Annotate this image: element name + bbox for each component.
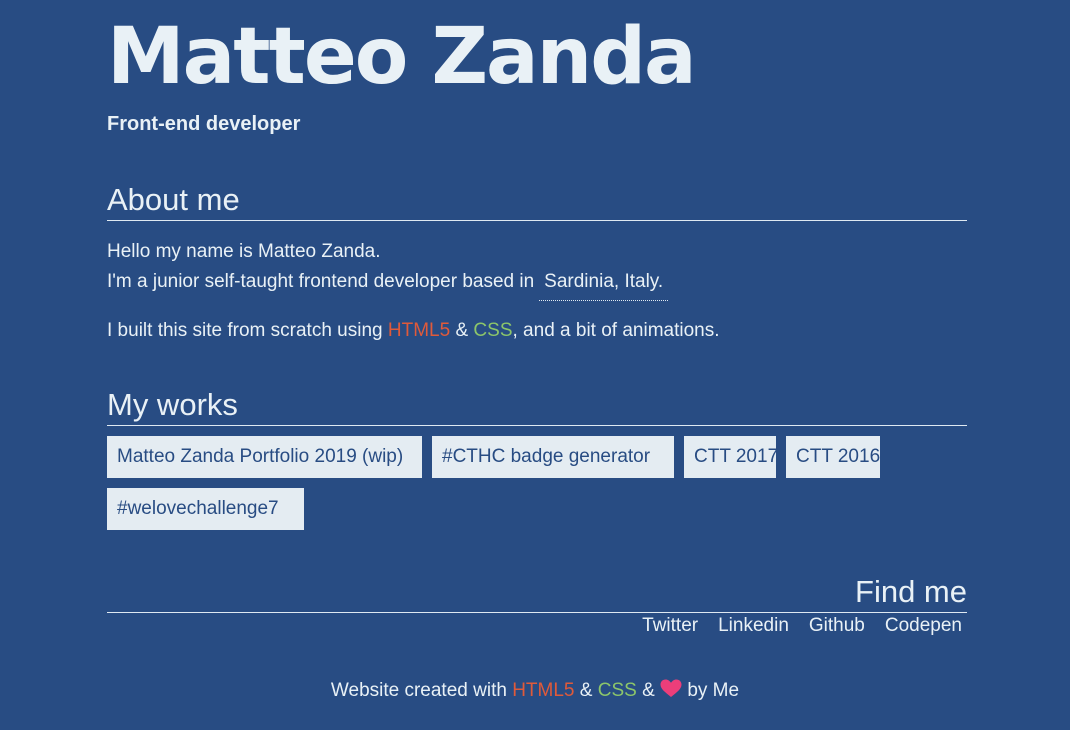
- work-link-ctt-2016[interactable]: CTT 2016: [786, 436, 880, 478]
- page: Matteo Zanda Front-end developer About m…: [0, 0, 1070, 730]
- ampersand: &: [450, 320, 474, 341]
- about-tech-line: I built this site from scratch using HTM…: [107, 319, 720, 343]
- works-heading: My works: [107, 387, 967, 426]
- find-me-heading: Find me: [107, 574, 967, 613]
- social-links: Twitter Linkedin Github Codepen: [622, 614, 962, 638]
- css-label: CSS: [473, 320, 513, 341]
- footer-prefix: Website created with: [330, 680, 513, 701]
- codepen-link[interactable]: Codepen: [885, 614, 962, 638]
- work-link-cthc-badge-generator[interactable]: #CTHC badge generator: [432, 436, 674, 478]
- footer-suffix: by Me: [682, 680, 740, 701]
- twitter-link[interactable]: Twitter: [642, 614, 698, 638]
- footer-amp-2: &: [636, 680, 661, 701]
- about-location-line: I'm a junior self-taught frontend develo…: [107, 270, 669, 301]
- html5-label: HTML5: [387, 320, 451, 341]
- about-heading: About me: [107, 182, 967, 221]
- footer-html5: HTML5: [512, 680, 575, 701]
- github-link[interactable]: Github: [809, 614, 865, 638]
- about-intro: Hello my name is Matteo Zanda.: [107, 241, 381, 262]
- location-label: Sardinia, Italy.: [539, 270, 669, 301]
- footer: Website created with HTML5 & CSS & by Me: [0, 679, 1070, 705]
- linkedin-link[interactable]: Linkedin: [718, 614, 789, 638]
- work-link-ctt-2017[interactable]: CTT 2017: [684, 436, 778, 478]
- heart-icon: [660, 679, 682, 705]
- footer-css: CSS: [597, 680, 637, 701]
- tech-prefix: I built this site from scratch using: [107, 320, 388, 341]
- page-title: Matteo Zanda: [107, 12, 697, 102]
- work-link-welovechallenge7[interactable]: #welovechallenge7: [107, 488, 304, 530]
- about-location-prefix: I'm a junior self-taught frontend develo…: [107, 271, 535, 292]
- subtitle: Front-end developer: [107, 113, 301, 135]
- tech-suffix: , and a bit of animations.: [512, 320, 720, 341]
- work-link-portfolio-2019[interactable]: Matteo Zanda Portfolio 2019 (wip): [107, 436, 422, 478]
- footer-amp-1: &: [574, 680, 598, 701]
